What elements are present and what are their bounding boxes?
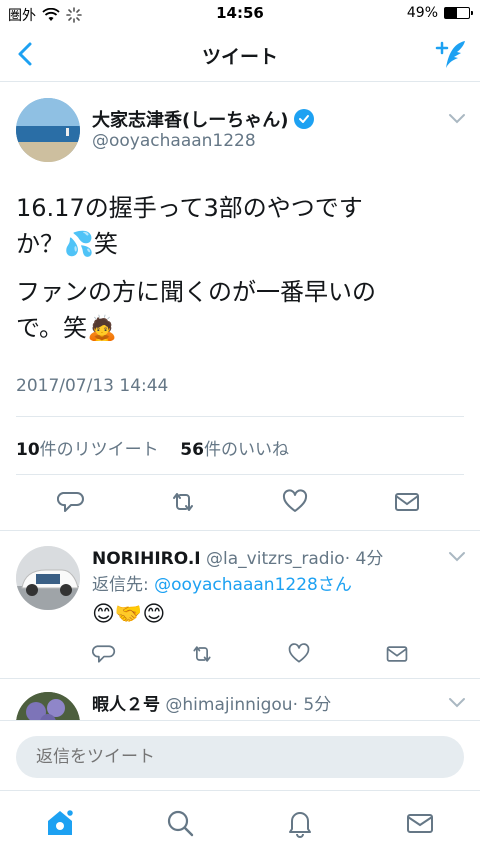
author-name[interactable]: 大家志津香(しーちゃん) xyxy=(92,106,315,132)
reply-to-line: 返信先: @ooyachaaan1228さん xyxy=(92,570,352,595)
tab-bar xyxy=(0,790,480,854)
reply-author-handle: @la_vitzrs_radio xyxy=(206,549,345,569)
like-count[interactable]: 56 xyxy=(180,440,204,460)
reply-author-handle: @himajinnigou xyxy=(165,695,293,715)
status-right: 49% xyxy=(406,5,473,21)
battery-percent: 49% xyxy=(406,5,438,21)
notifications-icon[interactable] xyxy=(284,807,316,839)
tweet-actions xyxy=(0,488,480,524)
chevron-down-icon[interactable] xyxy=(448,112,466,124)
tweet-line: ファンの方に聞くのが一番早いの xyxy=(16,278,376,306)
like-heart-icon[interactable] xyxy=(287,642,311,666)
home-icon[interactable] xyxy=(44,807,76,839)
reply-to-user[interactable]: @ooyachaaan1228さん xyxy=(154,575,352,595)
status-bar: 圏外 14:56 49% xyxy=(0,0,480,28)
direct-message-icon[interactable] xyxy=(393,488,421,516)
tweet-paragraph-1: 16.17の握手って3部のやつです か？💦笑 xyxy=(16,190,456,262)
retweet-icon[interactable] xyxy=(190,642,214,666)
retweet-count[interactable]: 10 xyxy=(16,440,40,460)
reply-icon[interactable] xyxy=(92,642,116,666)
battery-icon xyxy=(444,7,473,19)
tweet-line: か？💦笑 xyxy=(16,230,118,258)
reply-tweet[interactable]: NORIHIRO.I @la_vitzrs_radio· 4分 返信先: @oo… xyxy=(0,530,480,678)
avatar-image xyxy=(16,546,80,610)
avatar-image xyxy=(16,692,80,720)
reply-avatar[interactable] xyxy=(16,546,80,610)
author-avatar[interactable] xyxy=(16,98,80,162)
reply-author[interactable]: NORIHIRO.I @la_vitzrs_radio· 4分 xyxy=(92,544,383,569)
reply-text: 😊🤝😊 xyxy=(92,602,166,627)
author-name-text: 大家志津香(しーちゃん) xyxy=(92,110,289,131)
messages-icon[interactable] xyxy=(404,807,436,839)
tweet-paragraph-2: ファンの方に聞くのが一番早いの で。笑🙇 xyxy=(16,274,456,346)
tweet-timestamp: 2017/07/13 14:44 xyxy=(16,376,169,396)
reply-age: · 4分 xyxy=(344,549,384,569)
like-label[interactable]: 件のいいね xyxy=(204,440,289,460)
page-title: ツイート xyxy=(201,46,278,68)
search-icon[interactable] xyxy=(164,807,196,839)
tweet-line: 16.17の握手って3部のやつです xyxy=(16,194,363,222)
reply-author[interactable]: 暇人２号 @himajinnigou· 5分 xyxy=(92,690,331,715)
retweet-label[interactable]: 件のリツイート xyxy=(40,440,159,460)
reply-input[interactable] xyxy=(16,736,464,778)
reply-author-name: 暇人２号 xyxy=(92,695,160,715)
reply-avatar[interactable] xyxy=(16,692,80,720)
reply-age: · 5分 xyxy=(292,695,332,715)
verified-badge-icon xyxy=(294,109,315,129)
battery-fill xyxy=(445,8,457,18)
chevron-down-icon[interactable] xyxy=(448,550,466,562)
reply-author-name: NORIHIRO.I xyxy=(92,549,201,569)
divider xyxy=(16,474,464,475)
tweet-line: で。笑🙇 xyxy=(16,314,117,342)
tweet-body: 16.17の握手って3部のやつです か？💦笑 ファンの方に聞くのが一番早いの で… xyxy=(16,190,456,358)
reply-icon[interactable] xyxy=(57,488,85,516)
like-heart-icon[interactable] xyxy=(281,488,309,516)
compose-tweet-icon[interactable] xyxy=(434,38,468,72)
reply-to-prefix: 返信先: xyxy=(92,575,155,595)
author-handle[interactable]: @ooyachaaan1228 xyxy=(92,131,256,151)
avatar-image xyxy=(16,98,80,162)
tweet-stats: 10件のリツイート 56件のいいね xyxy=(16,435,289,460)
direct-message-icon[interactable] xyxy=(385,642,409,666)
chevron-down-icon[interactable] xyxy=(448,696,466,708)
reply-tweet[interactable]: 暇人２号 @himajinnigou· 5分 xyxy=(0,678,480,720)
reply-composer xyxy=(0,720,480,790)
nav-bar: ツイート xyxy=(0,28,480,82)
retweet-icon[interactable] xyxy=(169,488,197,516)
divider xyxy=(16,416,464,417)
